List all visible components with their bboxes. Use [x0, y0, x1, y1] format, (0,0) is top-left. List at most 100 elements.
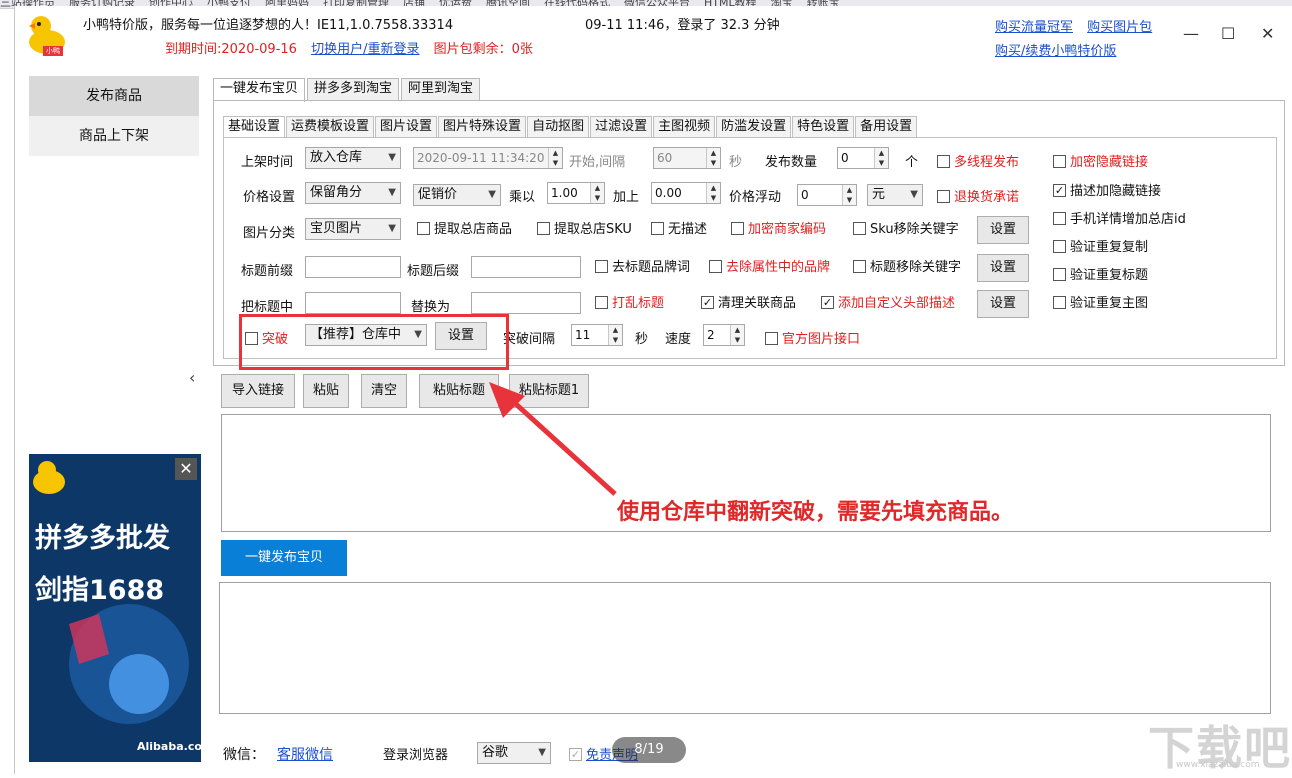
checkbox-icon[interactable] [595, 260, 608, 273]
speed-input[interactable]: 2 ▲ ▼ [703, 324, 745, 346]
publish-count-input[interactable]: 0 ▲ ▼ [837, 147, 889, 169]
sidebar-item-publish[interactable]: 发布商品 [29, 76, 199, 116]
tab-ali-to-taobao[interactable]: 阿里到淘宝 [401, 78, 481, 100]
checkbox-icon[interactable] [731, 222, 744, 235]
interval-input[interactable]: 60 ▲ ▼ [653, 147, 721, 169]
replace-to-input[interactable] [471, 292, 581, 314]
wechat-link[interactable]: 客服微信 [277, 744, 333, 764]
ad-close-icon[interactable]: ✕ [175, 458, 197, 480]
spinner-icon[interactable]: ▲ ▼ [608, 325, 622, 345]
tab-backup[interactable]: 备用设置 [855, 116, 918, 137]
tab-main-video[interactable]: 主图视频 [653, 116, 716, 137]
tab-image-settings[interactable]: 图片设置 [375, 116, 438, 137]
renew-link[interactable]: 购买/续费小鸭特价版 [995, 40, 1116, 59]
checkbox-icon[interactable] [765, 332, 778, 345]
checkbox-icon[interactable] [651, 222, 664, 235]
checkbox-checked-icon[interactable]: ✓ [821, 296, 834, 309]
checkbox-icon[interactable] [1053, 155, 1066, 168]
pic-category-select[interactable]: 宝贝图片 ▼ [305, 218, 401, 240]
price-mode-select[interactable]: 保留角分 ▼ [305, 182, 401, 204]
spinner-icon[interactable]: ▲ ▼ [590, 183, 604, 203]
tab-anti-spam[interactable]: 防滥发设置 [716, 116, 792, 137]
ad-banner[interactable]: ✕ 拼多多批发 剑指1688 Alibaba.com [29, 454, 201, 762]
tab-filter[interactable]: 过滤设置 [590, 116, 653, 137]
checkbox-icon[interactable] [937, 155, 950, 168]
tab-image-special[interactable]: 图片特殊设置 [438, 116, 527, 137]
return-promise-checkbox[interactable]: 退换货承诺 [937, 186, 1019, 205]
add-header-checkbox[interactable]: ✓ 添加自定义头部描述 [821, 292, 955, 311]
settings-button[interactable]: 设置 [977, 290, 1029, 318]
paste-button[interactable]: 粘贴 [303, 374, 349, 408]
checkbox-icon[interactable] [1053, 240, 1066, 253]
listing-time-select[interactable]: 放入仓库 ▼ [305, 147, 401, 169]
shuffle-title-checkbox[interactable]: 打乱标题 [595, 292, 664, 311]
settings-button[interactable]: 设置 [977, 216, 1029, 244]
close-button[interactable]: ✕ [1261, 24, 1274, 43]
collapse-chevron-icon[interactable]: ‹ [189, 368, 195, 387]
buy-traffic-link[interactable]: 购买流量冠军 [995, 20, 1073, 35]
checkbox-icon[interactable] [853, 222, 866, 235]
verify-copy-checkbox[interactable]: 验证重复复制 [1053, 236, 1148, 255]
desc-hidden-checkbox[interactable]: ✓ 描述加隐藏链接 [1053, 180, 1161, 199]
checkbox-icon[interactable] [853, 260, 866, 273]
sidebar-item-shelf[interactable]: 商品上下架 [29, 116, 199, 156]
clear-related-checkbox[interactable]: ✓ 清理关联商品 [701, 292, 796, 311]
spinner-icon[interactable]: ▲ ▼ [730, 325, 744, 345]
add-input[interactable]: 0.00 ▲ ▼ [651, 182, 721, 204]
no-desc-checkbox[interactable]: 无描述 [651, 218, 707, 237]
checkbox-icon[interactable] [417, 222, 430, 235]
settings-button[interactable]: 设置 [977, 254, 1029, 282]
tab-shipping-template[interactable]: 运费模板设置 [286, 116, 375, 137]
browser-select[interactable]: 谷歌 ▼ [477, 742, 551, 764]
tab-auto-cutout[interactable]: 自动抠图 [527, 116, 590, 137]
fetch-store-checkbox[interactable]: 提取总店商品 [417, 218, 512, 237]
multithread-checkbox[interactable]: 多线程发布 [937, 151, 1019, 170]
verify-title-checkbox[interactable]: 验证重复标题 [1053, 264, 1148, 283]
promo-select[interactable]: 促销价 ▼ [413, 184, 501, 206]
break-interval-input[interactable]: 11 ▲ ▼ [571, 324, 623, 346]
tab-features[interactable]: 特色设置 [792, 116, 855, 137]
spinner-icon[interactable]: ▲ ▼ [548, 148, 562, 168]
buy-pics-link[interactable]: 购买图片包 [1087, 20, 1152, 35]
checkbox-icon[interactable] [1053, 212, 1066, 225]
clear-button[interactable]: 清空 [361, 374, 407, 408]
spinner-icon[interactable]: ▲ ▼ [842, 185, 856, 205]
tab-basic-settings[interactable]: 基础设置 [223, 116, 286, 137]
encrypt-code-checkbox[interactable]: 加密商家编码 [731, 218, 826, 237]
switch-user-link[interactable]: 切换用户/重新登录 [311, 42, 419, 57]
spinner-icon[interactable]: ▲ ▼ [706, 148, 720, 168]
checkbox-checked-icon[interactable]: ✓ [569, 748, 582, 761]
tab-one-click-publish[interactable]: 一键发布宝贝 [213, 78, 306, 102]
checkbox-icon[interactable] [537, 222, 550, 235]
replace-from-input[interactable] [305, 292, 401, 314]
float-input[interactable]: 0 ▲ ▼ [797, 184, 857, 206]
checkbox-icon[interactable] [1053, 296, 1066, 309]
spinner-icon[interactable]: ▲ ▼ [874, 148, 888, 168]
checkbox-icon[interactable] [1053, 268, 1066, 281]
checkbox-icon[interactable] [709, 260, 722, 273]
minimize-button[interactable]: — [1183, 24, 1199, 43]
title-prefix-input[interactable] [305, 256, 401, 278]
spinner-icon[interactable]: ▲ ▼ [706, 183, 720, 203]
datetime-input[interactable]: 2020-09-11 11:34:20 ▲ ▼ [413, 147, 563, 169]
import-links-button[interactable]: 导入链接 [221, 374, 295, 408]
multiply-input[interactable]: 1.00 ▲ ▼ [547, 182, 605, 204]
mobile-detail-checkbox[interactable]: 手机详情增加总店id [1053, 208, 1186, 227]
verify-main-checkbox[interactable]: 验证重复主图 [1053, 292, 1148, 311]
checkbox-checked-icon[interactable]: ✓ [701, 296, 714, 309]
title-suffix-input[interactable] [471, 256, 581, 278]
remove-brand-checkbox[interactable]: 去标题品牌词 [595, 256, 690, 275]
checkbox-icon[interactable] [595, 296, 608, 309]
fetch-sku-checkbox[interactable]: 提取总店SKU [537, 218, 632, 237]
title-remove-kw-checkbox[interactable]: 标题移除关键字 [853, 256, 961, 275]
checkbox-checked-icon[interactable]: ✓ [1053, 184, 1066, 197]
one-click-publish-button[interactable]: 一键发布宝贝 [221, 540, 347, 576]
checkbox-icon[interactable] [937, 190, 950, 203]
sku-remove-checkbox[interactable]: Sku移除关键字 [853, 218, 959, 237]
tab-pdd-to-taobao[interactable]: 拼多多到淘宝 [307, 78, 400, 100]
encrypt-hidden-checkbox[interactable]: 加密隐藏链接 [1053, 151, 1148, 170]
official-pic-checkbox[interactable]: 官方图片接口 [765, 328, 860, 347]
maximize-button[interactable]: ☐ [1221, 24, 1235, 43]
currency-select[interactable]: 元 ▼ [867, 184, 923, 206]
remove-attr-brand-checkbox[interactable]: 去除属性中的品牌 [709, 256, 830, 275]
